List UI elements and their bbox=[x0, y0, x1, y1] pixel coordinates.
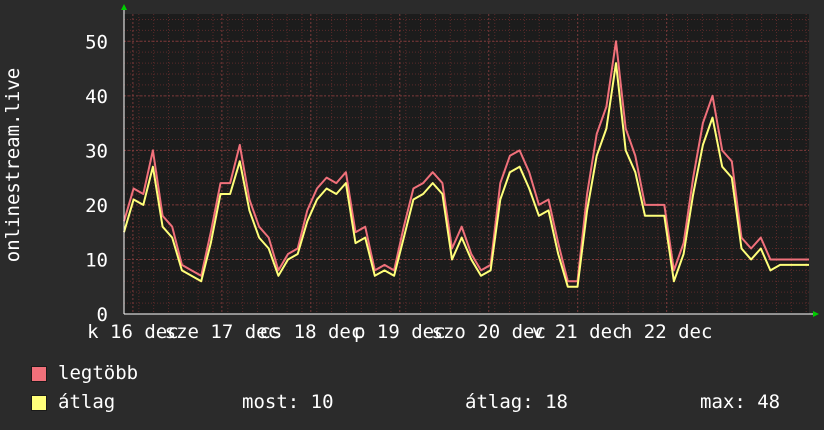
y-axis-arrow bbox=[121, 4, 127, 10]
legend-max-label: legtöbb bbox=[58, 362, 139, 384]
legend-swatch-avg bbox=[31, 395, 47, 411]
x-tick-label: h 22 dec bbox=[621, 321, 713, 343]
plot-background bbox=[124, 14, 809, 314]
y-tick-label: 40 bbox=[85, 86, 108, 108]
y-tick-label: 30 bbox=[85, 140, 108, 162]
legend-avg-label: átlag bbox=[58, 391, 116, 413]
legend-swatch-max bbox=[31, 366, 47, 382]
y-tick-label: 20 bbox=[85, 195, 108, 217]
legend-avg-value: átlag: 18 bbox=[465, 391, 568, 413]
legend-max-value: max: 48 bbox=[700, 391, 781, 413]
legend-now-value: most: 10 bbox=[242, 391, 334, 413]
x-axis-arrow bbox=[813, 311, 819, 317]
y-axis-label: onlinestream.live bbox=[2, 68, 24, 262]
x-tick-label: szo 20 dec bbox=[432, 321, 546, 343]
y-tick-label: 10 bbox=[85, 249, 108, 271]
y-tick-label: 50 bbox=[85, 31, 108, 53]
x-tick-label: v 21 dec bbox=[532, 321, 624, 343]
x-tick-label: cs 18 dec bbox=[259, 321, 362, 343]
